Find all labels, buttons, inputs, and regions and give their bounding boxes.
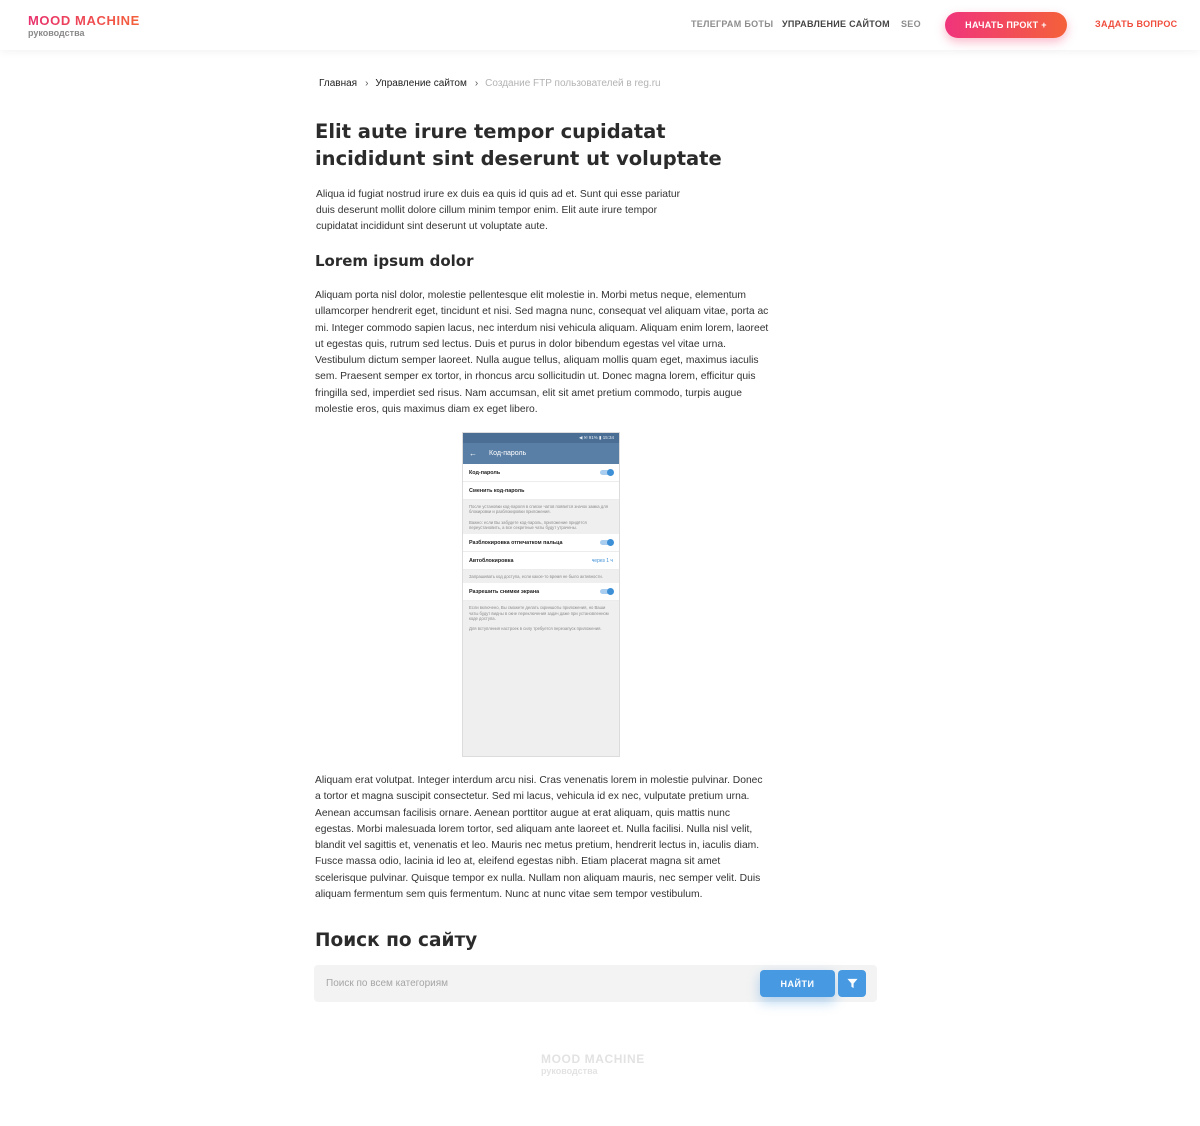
- phone-app-bar: ← Код-пароль: [463, 443, 619, 464]
- phone-note-text: После установки код-пароля в списке чато…: [469, 504, 608, 515]
- logo-title: MOOD MACHINE: [28, 13, 140, 28]
- phone-note-text: Для вступления настроек в силу требуется…: [469, 626, 602, 632]
- ask-question-link[interactable]: ЗАДАТЬ ВОПРОС: [1095, 19, 1177, 29]
- breadcrumb-home[interactable]: Главная: [319, 78, 357, 89]
- breadcrumb-current: Создание FTP пользователей в reg.ru: [485, 78, 661, 89]
- phone-status-bar: ◀ ✉ 91% ▮ 15:34: [463, 433, 619, 443]
- breadcrumb-section[interactable]: Управление сайтом: [375, 78, 466, 89]
- filter-icon: [846, 978, 858, 989]
- phone-row-screenshots: Разрешить снимки экрана: [463, 583, 619, 602]
- phone-row-label: Сменить код-пароль: [469, 487, 525, 494]
- phone-row-label: Автоблокировка: [469, 557, 514, 564]
- nav-site-management[interactable]: УПРАВЛЕНИЕ САЙТОМ: [782, 19, 890, 29]
- toggle-icon: [600, 587, 614, 595]
- toggle-icon: [600, 468, 614, 476]
- article-paragraph: Aliquam erat volutpat. Integer interdum …: [315, 775, 763, 901]
- site-header: MOOD MACHINE руководства ТЕЛЕГРАМ БОТЫ У…: [0, 0, 1200, 50]
- footer-logo-title: MOOD MACHINE: [541, 1052, 645, 1066]
- article-intro: Aliqua id fugiat nostrud irure ex duis e…: [316, 189, 681, 233]
- phone-row-passcode: Код-пароль: [463, 464, 619, 482]
- filter-button[interactable]: [838, 970, 866, 997]
- nav-telegram-bots[interactable]: ТЕЛЕГРАМ БОТЫ: [691, 19, 773, 29]
- article-subheading: Lorem ipsum dolor: [315, 252, 474, 270]
- phone-screen-title: Код-пароль: [489, 450, 527, 457]
- phone-row-fingerprint: Разблокировка отпечатком пальца: [463, 534, 619, 553]
- logo[interactable]: MOOD MACHINE руководства: [28, 13, 140, 39]
- logo-subtitle: руководства: [28, 28, 85, 38]
- search-bar: НАЙТИ: [314, 965, 877, 1002]
- phone-note: Запрашивать код доступа, если какое-то в…: [463, 570, 619, 584]
- nav-seo[interactable]: SEO: [901, 19, 921, 29]
- footer-logo-subtitle: руководства: [541, 1066, 598, 1076]
- phone-note-text: Важно: если Вы забудете код-пароль, прил…: [469, 519, 587, 530]
- start-project-button[interactable]: НАЧАТЬ ПРОКТ +: [945, 12, 1067, 38]
- phone-note-text: Запрашивать код доступа, если какое-то в…: [469, 574, 603, 580]
- search-title: Поиск по сайту: [315, 930, 478, 951]
- article-title: Elit aute irure tempor cupidatat incidid…: [315, 120, 722, 170]
- phone-row-label: Код-пароль: [469, 469, 501, 476]
- phone-note-text: Если включено, Вы сможете делать скриншо…: [469, 605, 609, 622]
- search-input[interactable]: [314, 965, 754, 1002]
- search-button[interactable]: НАЙТИ: [760, 970, 835, 997]
- phone-row-autolock: Автоблокировка через 1 ч: [463, 552, 619, 571]
- article-paragraph: Aliquam porta nisl dolor, molestie pelle…: [315, 290, 769, 416]
- footer-logo[interactable]: MOOD MACHINE руководства: [541, 1052, 645, 1077]
- article-screenshot: ◀ ✉ 91% ▮ 15:34 ← Код-пароль Код-пароль …: [462, 432, 620, 757]
- chevron-right-icon: ›: [365, 78, 369, 89]
- toggle-icon: [600, 538, 614, 546]
- phone-row-label: Разблокировка отпечатком пальца: [469, 539, 563, 546]
- chevron-right-icon: ›: [474, 78, 479, 89]
- phone-note: Если включено, Вы сможете делать скриншо…: [463, 601, 619, 636]
- phone-row-label: Разрешить снимки экрана: [469, 588, 540, 595]
- phone-row-value: через 1 ч: [591, 557, 613, 564]
- breadcrumb: Главная › Управление сайтом › Создание F…: [319, 78, 661, 89]
- arrow-left-icon: ←: [469, 449, 477, 458]
- phone-note: После установки код-пароля в списке чато…: [463, 500, 619, 535]
- phone-row-change: Сменить код-пароль: [463, 482, 619, 500]
